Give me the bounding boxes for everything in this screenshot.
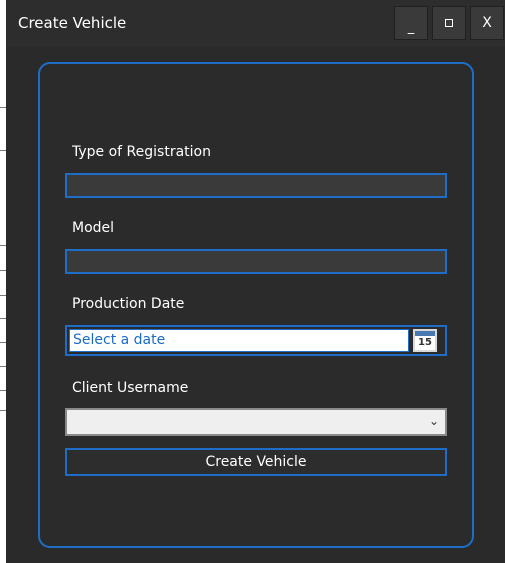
- model-field[interactable]: [65, 249, 447, 274]
- window-title: Create Vehicle: [18, 14, 127, 32]
- production-date-input[interactable]: Select a date: [69, 329, 409, 352]
- client-username-select[interactable]: ⌄: [65, 408, 447, 436]
- create-vehicle-dialog: Create Vehicle _ X Type of Registration …: [6, 0, 505, 563]
- production-date-picker[interactable]: Select a date 15: [65, 325, 447, 356]
- registration-label: Type of Registration: [72, 144, 211, 160]
- minimize-icon: _: [407, 19, 415, 35]
- registration-field[interactable]: [65, 173, 447, 198]
- model-label: Model: [72, 220, 115, 236]
- title-bar[interactable]: Create Vehicle _ X: [6, 0, 505, 47]
- model-input[interactable]: [67, 252, 445, 273]
- registration-input[interactable]: [67, 176, 445, 197]
- calendar-icon[interactable]: 15: [413, 329, 437, 352]
- chevron-down-icon: ⌄: [428, 414, 439, 428]
- maximize-icon: [445, 19, 453, 27]
- form-panel: Type of Registration Model Production Da…: [38, 62, 474, 548]
- calendar-day: 15: [415, 336, 435, 350]
- close-icon: X: [482, 15, 492, 31]
- client-username-label: Client Username: [72, 380, 189, 396]
- production-date-label: Production Date: [72, 296, 185, 312]
- minimize-button[interactable]: _: [394, 6, 428, 40]
- maximize-button[interactable]: [432, 6, 466, 40]
- close-button[interactable]: X: [470, 6, 504, 40]
- create-vehicle-button[interactable]: Create Vehicle: [65, 448, 447, 476]
